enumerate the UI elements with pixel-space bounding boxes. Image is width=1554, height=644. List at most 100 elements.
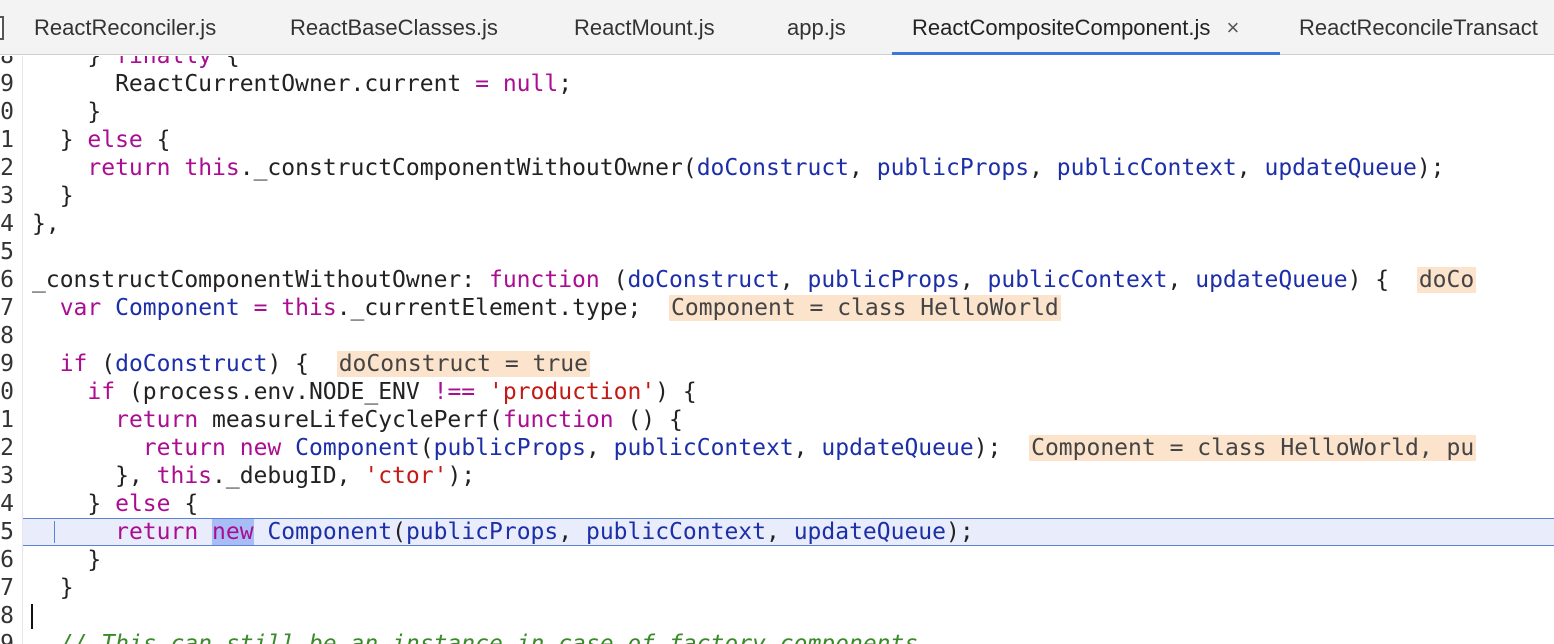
code-text: , bbox=[1167, 267, 1196, 293]
inline-debug-value: doConstruct = true bbox=[336, 351, 590, 377]
code-line[interactable]: 8 bbox=[0, 602, 1554, 630]
code-text: }, bbox=[32, 463, 157, 489]
line-text[interactable]: }, this._debugID, 'ctor'); bbox=[32, 462, 475, 490]
line-text[interactable]: } else { bbox=[32, 490, 198, 518]
tab-react-composite-component[interactable]: ReactCompositeComponent.js × bbox=[892, 0, 1280, 55]
line-number[interactable]: 5 bbox=[0, 519, 14, 545]
line-number[interactable]: 8 bbox=[0, 56, 14, 70]
tab-label: ReactReconciler.js bbox=[34, 15, 217, 40]
line-text[interactable]: } bbox=[32, 574, 74, 602]
line-text[interactable]: _constructComponentWithoutOwner: functio… bbox=[32, 266, 1477, 294]
code-line[interactable]: 7 } bbox=[0, 574, 1554, 602]
line-number[interactable]: 1 bbox=[0, 406, 14, 434]
code-text: ) { bbox=[655, 379, 697, 405]
line-text[interactable]: return measureLifeCyclePerf(function () … bbox=[32, 406, 683, 434]
keyword-token: else bbox=[115, 491, 171, 517]
code-lines: 8 } finally {9 ReactCurrentOwner.current… bbox=[0, 56, 1554, 644]
tab-react-reconciler[interactable]: ReactReconciler.js bbox=[34, 0, 216, 55]
line-text[interactable]: } bbox=[32, 182, 74, 210]
code-line[interactable]: 8 } finally { bbox=[0, 56, 1554, 70]
code-line[interactable]: 9 if (doConstruct) { doConstruct = true bbox=[0, 350, 1554, 378]
line-number[interactable]: 0 bbox=[0, 378, 14, 406]
code-line[interactable]: 0 } bbox=[0, 98, 1554, 126]
code-line[interactable]: 0 if (process.env.NODE_ENV !== 'producti… bbox=[0, 378, 1554, 406]
current-execution-line[interactable]: 5 return new Component(publicProps, publ… bbox=[0, 518, 1554, 546]
code-text: ReactCurrentOwner.current bbox=[32, 71, 476, 97]
close-icon[interactable]: × bbox=[1227, 0, 1240, 55]
tab-label: ReactCompositeComponent.js bbox=[912, 15, 1211, 40]
tab-label: ReactReconcileTransact bbox=[1299, 15, 1538, 40]
line-text[interactable]: return new Component(publicProps, public… bbox=[32, 519, 974, 545]
code-text: ( bbox=[419, 435, 434, 461]
line-number[interactable]: 3 bbox=[0, 182, 14, 210]
line-number[interactable]: 7 bbox=[0, 574, 14, 602]
tab-react-mount[interactable]: ReactMount.js bbox=[574, 0, 715, 55]
line-number[interactable]: 4 bbox=[0, 490, 14, 518]
line-number[interactable]: 8 bbox=[0, 322, 14, 350]
identifier-token: Component bbox=[115, 295, 240, 321]
code-line[interactable]: 6 _constructComponentWithoutOwner: functi… bbox=[0, 266, 1554, 294]
line-number[interactable]: 9 bbox=[0, 70, 14, 98]
line-text[interactable]: // This can still be an instance in case… bbox=[32, 630, 919, 644]
line-number[interactable]: 9 bbox=[0, 350, 14, 378]
code-line[interactable]: 9 // This can still be an instance in ca… bbox=[0, 630, 1554, 644]
code-line[interactable]: 2 return new Component(publicProps, publ… bbox=[0, 434, 1554, 462]
line-text[interactable]: var Component = this._currentElement.typ… bbox=[32, 294, 1061, 322]
code-line[interactable]: 5 bbox=[0, 238, 1554, 266]
line-number[interactable]: 8 bbox=[0, 602, 14, 630]
line-number[interactable]: 3 bbox=[0, 462, 14, 490]
line-number[interactable]: 6 bbox=[0, 546, 14, 574]
line-text[interactable]: return new Component(publicProps, public… bbox=[32, 434, 1477, 462]
tab-overflow-icon[interactable] bbox=[0, 16, 4, 40]
identifier-token: publicProps bbox=[876, 155, 1030, 181]
line-number[interactable]: 7 bbox=[0, 294, 14, 322]
line-number[interactable]: 5 bbox=[0, 238, 14, 266]
line-text[interactable]: } else { bbox=[32, 126, 171, 154]
code-line[interactable]: 3 }, this._debugID, 'ctor'); bbox=[0, 462, 1554, 490]
keyword-token: return bbox=[115, 519, 199, 545]
code-editor[interactable]: 8 } finally {9 ReactCurrentOwner.current… bbox=[0, 56, 1554, 644]
line-number[interactable]: 9 bbox=[0, 630, 14, 644]
code-line[interactable]: 4 } else { bbox=[0, 490, 1554, 518]
code-line[interactable]: 4}, bbox=[0, 210, 1554, 238]
line-number[interactable]: 1 bbox=[0, 126, 14, 154]
code-line[interactable]: 8 bbox=[0, 322, 1554, 350]
tab-react-base-classes[interactable]: ReactBaseClasses.js bbox=[290, 0, 498, 55]
code-line[interactable]: 6 } bbox=[0, 546, 1554, 574]
code-line[interactable]: 3 } bbox=[0, 182, 1554, 210]
code-text: ); bbox=[1416, 155, 1445, 181]
line-number[interactable]: 0 bbox=[0, 98, 14, 126]
line-number[interactable]: 4 bbox=[0, 210, 14, 238]
code-text: ) { bbox=[267, 351, 337, 377]
code-text: } bbox=[32, 99, 102, 125]
line-number[interactable]: 6 bbox=[0, 266, 14, 294]
code-line[interactable]: 9 ReactCurrentOwner.current = null; bbox=[0, 70, 1554, 98]
keyword-token: this bbox=[281, 295, 337, 321]
code-line[interactable]: 7 var Component = this._currentElement.t… bbox=[0, 294, 1554, 322]
line-number[interactable]: 2 bbox=[0, 434, 14, 462]
code-line[interactable]: 1 return measureLifeCyclePerf(function (… bbox=[0, 406, 1554, 434]
line-number[interactable]: 2 bbox=[0, 154, 14, 182]
code-line[interactable]: 1 } else { bbox=[0, 126, 1554, 154]
code-line[interactable]: 2 return this._constructComponentWithout… bbox=[0, 154, 1554, 182]
code-text: } bbox=[32, 491, 116, 517]
identifier-token: updateQueue bbox=[1195, 267, 1348, 293]
line-text[interactable]: } bbox=[32, 98, 101, 126]
keyword-token: new bbox=[239, 435, 282, 461]
line-text[interactable]: } finally { bbox=[32, 56, 239, 70]
line-text[interactable]: return this._constructComponentWithoutOw… bbox=[32, 154, 1445, 182]
line-text[interactable]: if (doConstruct) { doConstruct = true bbox=[32, 350, 590, 378]
tab-react-reconcile-transaction[interactable]: ReactReconcileTransact bbox=[1299, 0, 1538, 55]
tab-app-js[interactable]: app.js bbox=[787, 0, 846, 55]
line-text[interactable]: ReactCurrentOwner.current = null; bbox=[32, 70, 572, 98]
keyword-token: return bbox=[115, 407, 199, 433]
line-text[interactable]: } bbox=[32, 546, 101, 574]
line-text[interactable]: }, bbox=[32, 210, 60, 238]
line-text[interactable]: if (process.env.NODE_ENV !== 'production… bbox=[32, 378, 697, 406]
identifier-token: publicProps bbox=[405, 519, 559, 545]
